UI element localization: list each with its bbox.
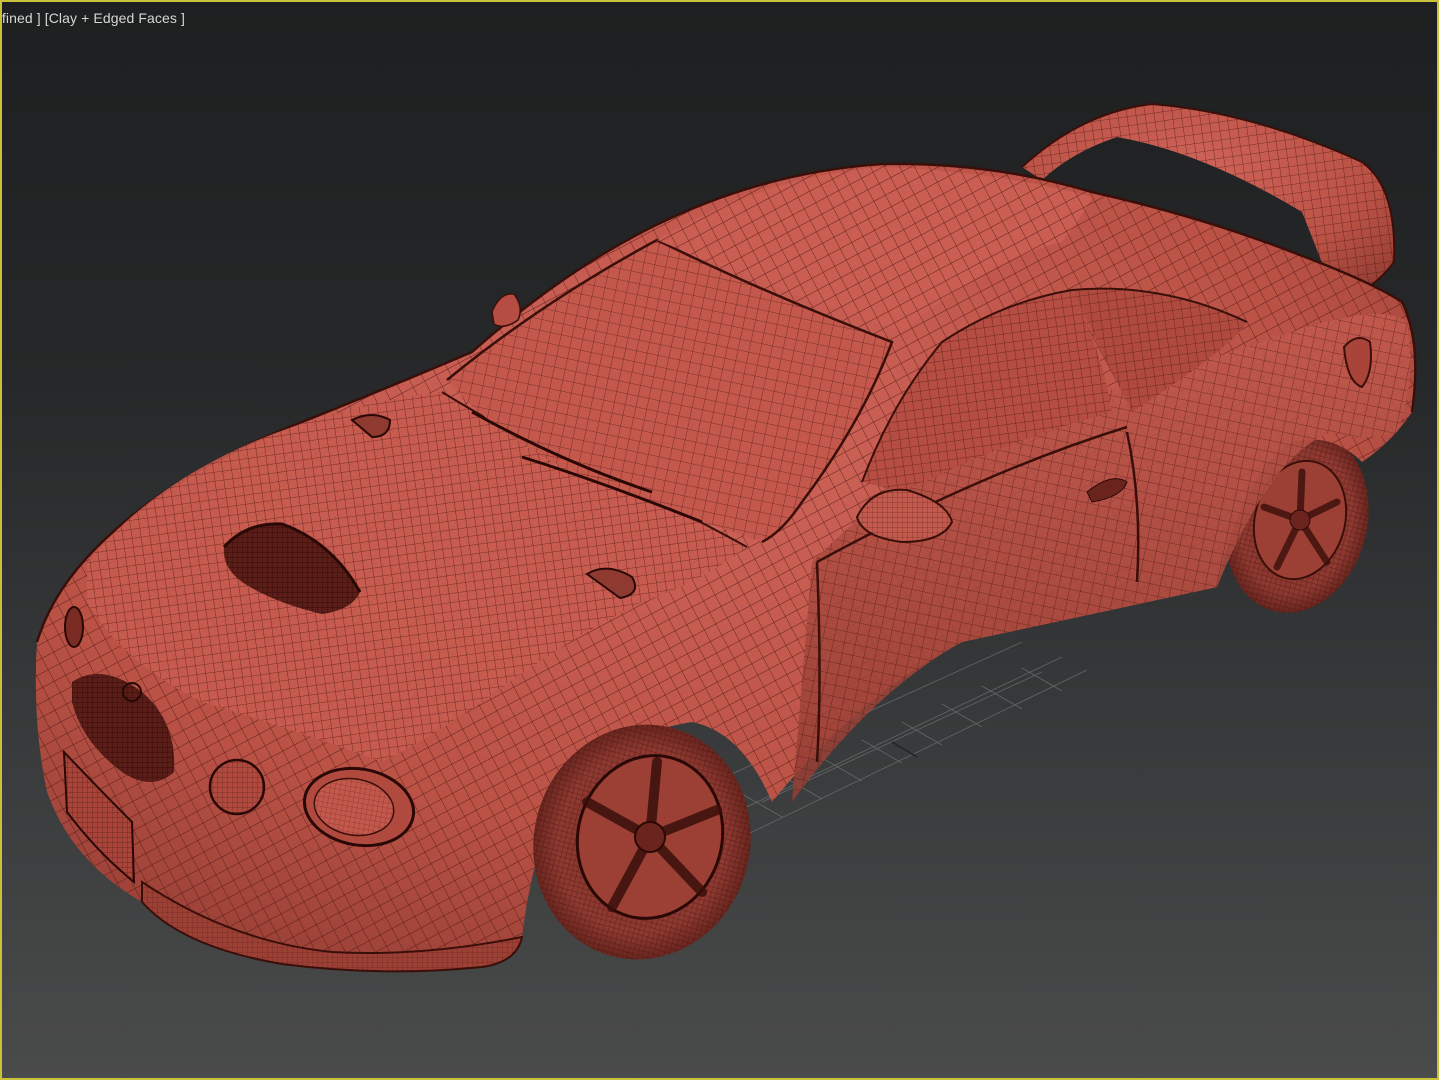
viewport-3d[interactable]: efined ] [Clay + Edged Faces ] — [0, 0, 1439, 1080]
scene-canvas[interactable] — [2, 2, 1439, 1080]
headlight-right — [208, 758, 266, 816]
fog-light — [64, 606, 84, 648]
far-side-mirror — [491, 293, 521, 327]
